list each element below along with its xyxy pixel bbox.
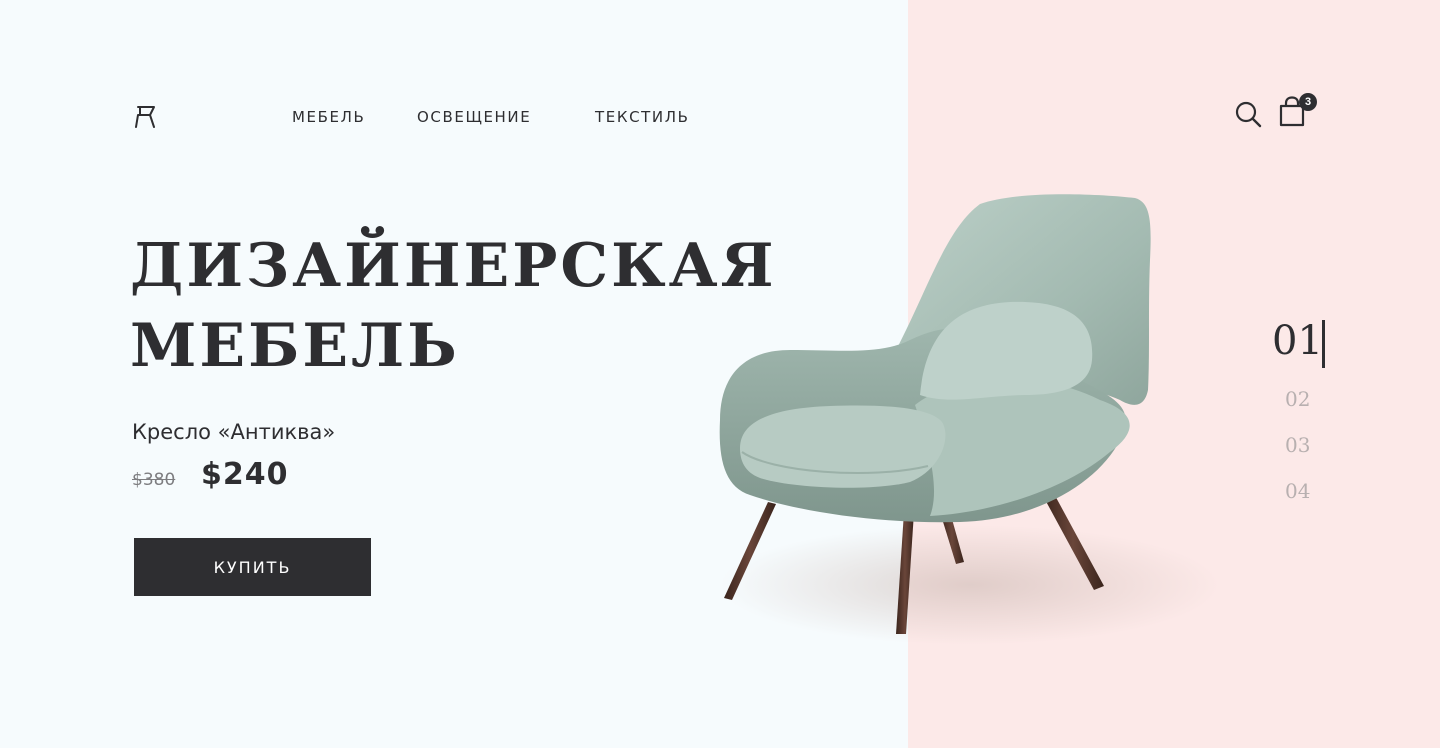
headline-line-2: МЕБЕЛЬ — [130, 311, 460, 381]
nav-item-furniture[interactable]: МЕБЕЛЬ — [292, 108, 365, 126]
slide-indicator-active[interactable]: 01 — [1272, 318, 1323, 364]
hero-headline: ДИЗАЙНЕРСКАЯ МЕБЕЛЬ — [130, 226, 777, 386]
slide-indicator-2[interactable]: 02 — [1285, 387, 1310, 411]
slide-active-marker — [1322, 320, 1325, 368]
armchair-image — [719, 194, 1220, 645]
search-icon[interactable] — [1234, 100, 1262, 128]
slide-indicator-3[interactable]: 03 — [1285, 433, 1310, 457]
slide-indicator-4[interactable]: 04 — [1285, 479, 1310, 503]
nav-item-lighting[interactable]: ОСВЕЩЕНИЕ — [417, 108, 531, 126]
buy-button[interactable]: КУПИТЬ — [134, 538, 371, 596]
nav-item-textile[interactable]: ТЕКСТИЛЬ — [595, 108, 690, 126]
product-name: Кресло «Антиква» — [132, 420, 336, 444]
chair-logo-icon[interactable] — [133, 103, 159, 129]
cart-count-badge: 3 — [1299, 93, 1317, 111]
new-price: $240 — [201, 457, 289, 492]
old-price: $380 — [132, 470, 176, 490]
headline-line-1: ДИЗАЙНЕРСКАЯ — [130, 231, 777, 301]
